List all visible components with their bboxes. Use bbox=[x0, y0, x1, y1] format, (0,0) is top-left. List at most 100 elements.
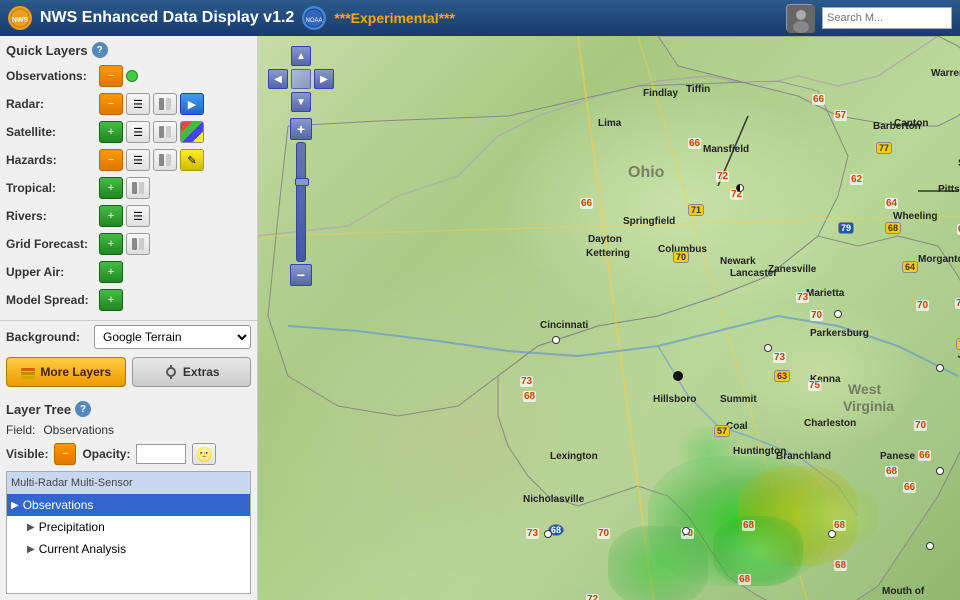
city-findlay: Findlay bbox=[643, 88, 678, 99]
zoom-thumb[interactable] bbox=[295, 178, 309, 186]
upper-air-row: Upper Air: + bbox=[6, 260, 251, 284]
city-barberton: Barberton bbox=[873, 121, 921, 132]
temp-66-1: 66 bbox=[580, 198, 593, 209]
model-spread-toggle-btn[interactable]: + bbox=[99, 289, 123, 311]
visible-label: Visible: bbox=[6, 447, 48, 461]
temp-70-1: 70 bbox=[810, 310, 823, 321]
temp-70-3: 70 bbox=[597, 528, 610, 539]
observations-row: Observations: − bbox=[6, 64, 251, 88]
pan-down-btn[interactable]: ▼ bbox=[291, 92, 311, 112]
radar-list-btn[interactable]: ☰ bbox=[126, 93, 150, 115]
city-ohio: Ohio bbox=[628, 164, 664, 182]
temp-70-6: 70 bbox=[914, 420, 927, 431]
city-charleston: Charleston bbox=[804, 418, 856, 429]
rivers-list-btn[interactable]: ☰ bbox=[126, 205, 150, 227]
observations-status-dot bbox=[126, 70, 138, 82]
road-badge-57: 57 bbox=[714, 425, 730, 437]
road-badge-79: 79 bbox=[838, 222, 854, 234]
radar-row: Radar: − ☰ ▶ bbox=[6, 92, 251, 116]
grid-forecast-split-btn[interactable] bbox=[126, 233, 150, 255]
temp-66-3: 66 bbox=[903, 482, 916, 493]
tree-item-multi-radar[interactable]: Multi-Radar Multi-Sensor bbox=[7, 472, 250, 494]
radar-toggle-btn[interactable]: − bbox=[99, 93, 123, 115]
satellite-row: Satellite: + ☰ bbox=[6, 120, 251, 144]
multi-radar-label: Multi-Radar Multi-Sensor bbox=[11, 477, 133, 489]
city-westvirginia2: Virginia bbox=[843, 398, 894, 414]
satellite-toggle-btn[interactable]: + bbox=[99, 121, 123, 143]
station-7 bbox=[682, 527, 690, 535]
pan-center-btn[interactable] bbox=[291, 69, 311, 89]
model-spread-label: Model Spread: bbox=[6, 293, 96, 307]
observations-toggle-btn[interactable]: − bbox=[99, 65, 123, 87]
tree-item-observations[interactable]: ▶ Observations bbox=[7, 494, 250, 516]
temp-72-1: 72 bbox=[716, 171, 729, 182]
hazards-pen-btn[interactable]: ✎ bbox=[180, 149, 204, 171]
extras-icon bbox=[163, 364, 179, 380]
road-badge-70: 70 bbox=[673, 251, 689, 263]
hazards-list-btn[interactable]: ☰ bbox=[126, 149, 150, 171]
city-springfield: Springfield bbox=[623, 216, 675, 227]
road-badge-77: 77 bbox=[876, 142, 892, 154]
user-profile-icon[interactable] bbox=[786, 4, 814, 32]
observations-label: Observations: bbox=[6, 69, 96, 83]
grid-forecast-toggle-btn[interactable]: + bbox=[99, 233, 123, 255]
quick-layers-help[interactable]: ? bbox=[92, 42, 108, 58]
layer-tree-header: Layer Tree ? bbox=[6, 401, 251, 417]
temp-70-5: 70 bbox=[955, 298, 960, 309]
visible-row: Visible: − Opacity: 🌝 bbox=[6, 443, 251, 465]
zoom-track[interactable] bbox=[296, 142, 306, 262]
city-marietta: Marietta bbox=[806, 288, 844, 299]
observations-arrow: ▶ bbox=[11, 500, 19, 511]
action-buttons-section: More Layers Extras bbox=[0, 353, 257, 395]
city-huntington: Huntington bbox=[733, 446, 786, 457]
radar-loop-btn[interactable]: ▶ bbox=[180, 93, 204, 115]
temp-68-1: 68 bbox=[885, 466, 898, 477]
satellite-split-btn[interactable] bbox=[153, 121, 177, 143]
more-layers-button[interactable]: More Layers bbox=[6, 357, 126, 387]
road-badge-68: 68 bbox=[885, 222, 901, 234]
background-select[interactable]: Google Terrain Google Road Google Satell… bbox=[94, 325, 251, 349]
pan-up-btn[interactable]: ▲ bbox=[291, 46, 311, 66]
opacity-input[interactable] bbox=[136, 444, 186, 464]
extras-button[interactable]: Extras bbox=[132, 357, 252, 387]
hazards-split-btn[interactable] bbox=[153, 149, 177, 171]
layers-icon bbox=[20, 364, 36, 380]
grid-forecast-label: Grid Forecast: bbox=[6, 237, 96, 251]
temp-75-1: 75 bbox=[808, 380, 821, 391]
station-5 bbox=[834, 310, 842, 318]
road-badge-76: 76 bbox=[956, 338, 960, 350]
temp-68-4: 68 bbox=[523, 391, 536, 402]
temp-73-2: 73 bbox=[796, 292, 809, 303]
road-badge-71: 71 bbox=[688, 204, 704, 216]
city-westvirginia1: West bbox=[848, 381, 881, 397]
zoom-in-btn[interactable]: + bbox=[290, 118, 312, 140]
pan-left-btn[interactable]: ◀ bbox=[268, 69, 288, 89]
rivers-toggle-btn[interactable]: + bbox=[99, 205, 123, 227]
satellite-multi-btn[interactable] bbox=[180, 121, 204, 143]
app-title: NWS Enhanced Data Display v1.2 bbox=[40, 9, 294, 27]
city-lancaster: Lancaster bbox=[730, 268, 777, 279]
tropical-row: Tropical: + bbox=[6, 176, 251, 200]
tropical-split-btn[interactable] bbox=[126, 177, 150, 199]
tropical-toggle-btn[interactable]: + bbox=[99, 177, 123, 199]
search-input[interactable] bbox=[822, 7, 952, 29]
paintbrush-btn[interactable]: 🌝 bbox=[192, 443, 216, 465]
zoom-out-btn[interactable]: − bbox=[290, 264, 312, 286]
tree-item-precipitation[interactable]: ▶ Precipitation bbox=[7, 516, 250, 538]
radar-split-btn[interactable] bbox=[153, 93, 177, 115]
hazards-toggle-btn[interactable]: − bbox=[99, 149, 123, 171]
layer-tree-help[interactable]: ? bbox=[75, 401, 91, 417]
temp-73-5: 73 bbox=[526, 528, 539, 539]
hazards-label: Hazards: bbox=[6, 153, 96, 167]
layer-tree-list[interactable]: Multi-Radar Multi-Sensor ▶ Observations … bbox=[6, 471, 251, 594]
precipitation-arrow: ▶ bbox=[27, 522, 35, 533]
temp-66-2: 66 bbox=[688, 138, 701, 149]
pan-right-btn[interactable]: ▶ bbox=[314, 69, 334, 89]
upper-air-toggle-btn[interactable]: + bbox=[99, 261, 123, 283]
tree-item-current-analysis[interactable]: ▶ Current Analysis bbox=[7, 538, 250, 560]
satellite-list-btn[interactable]: ☰ bbox=[126, 121, 150, 143]
temp-64-1: 64 bbox=[885, 198, 898, 209]
visible-toggle-btn[interactable]: − bbox=[54, 443, 76, 465]
station-9 bbox=[936, 467, 944, 475]
map-area[interactable]: Ohio West Virginia Pennsylvania Columbus… bbox=[258, 36, 960, 600]
